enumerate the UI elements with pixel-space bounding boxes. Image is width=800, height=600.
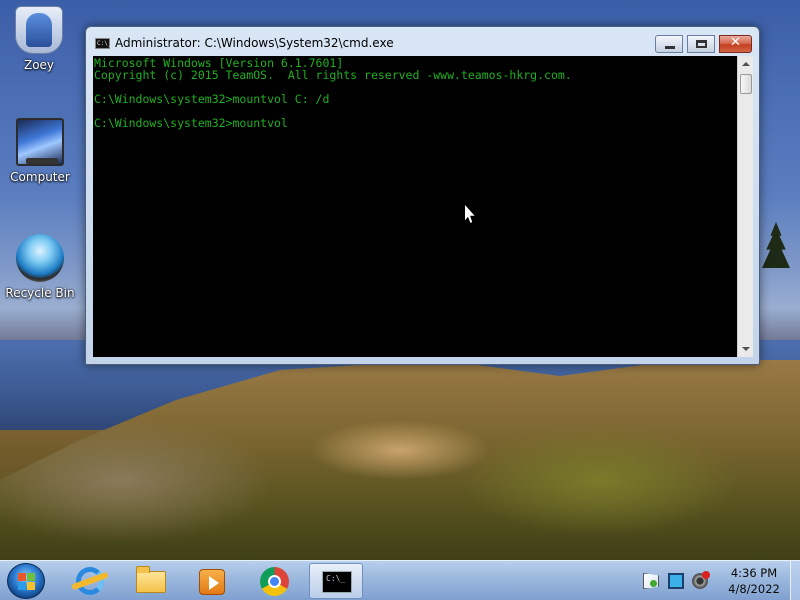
vertical-scrollbar[interactable] [737, 56, 753, 357]
taskbar-item-internet-explorer[interactable] [62, 563, 116, 599]
taskbar: C:\_ 4:36 PM 4/8/2022 [0, 560, 800, 600]
maximize-button[interactable] [687, 35, 715, 53]
internet-explorer-icon [76, 567, 104, 595]
desktop-icon-label: Zoey [23, 58, 55, 72]
close-button[interactable]: ✕ [719, 35, 752, 53]
show-desktop-button[interactable] [790, 561, 800, 600]
desktop: Zoey Computer Recycle Bin C:\_ Administr… [0, 0, 800, 560]
console-line: C:\Windows\system32>mountvol [94, 116, 288, 130]
window-titlebar[interactable]: C:\_ Administrator: C:\Windows\System32\… [86, 27, 759, 57]
recycle-bin-icon [16, 234, 64, 282]
scroll-thumb[interactable] [740, 74, 752, 94]
cmd-window[interactable]: C:\_ Administrator: C:\Windows\System32\… [85, 26, 760, 365]
console-output[interactable]: Microsoft Windows [Version 6.1.7601] Cop… [93, 56, 737, 357]
console-line: Copyright (c) 2015 TeamOS. All rights re… [94, 68, 572, 82]
chrome-icon [260, 567, 289, 596]
clock-date: 4/8/2022 [728, 582, 780, 596]
maximize-icon [696, 40, 707, 48]
taskbar-item-windows-explorer[interactable] [124, 563, 178, 599]
action-center-icon[interactable] [643, 573, 659, 589]
volume-icon[interactable] [692, 571, 710, 589]
taskbar-item-media-player[interactable] [185, 563, 239, 599]
media-player-icon [199, 569, 225, 595]
cmd-icon: C:\_ [322, 571, 352, 593]
scroll-up-icon[interactable] [742, 62, 750, 66]
user-folder-icon [15, 6, 63, 54]
console-line: C:\Windows\system32>mountvol C: /d [94, 92, 330, 106]
windows-logo-icon [18, 573, 36, 591]
desktop-icon-recycle-bin[interactable]: Recycle Bin [2, 234, 78, 300]
clock-time: 4:36 PM [730, 566, 778, 580]
taskbar-item-google-chrome[interactable] [247, 563, 301, 599]
computer-icon [16, 118, 64, 166]
close-icon: ✕ [730, 35, 741, 50]
notification-area: 4:36 PM 4/8/2022 [640, 561, 800, 600]
desktop-icon-label: Recycle Bin [5, 286, 75, 300]
minimize-icon [665, 46, 675, 49]
cmd-icon[interactable]: C:\_ [95, 38, 111, 49]
desktop-icon-computer[interactable]: Computer [2, 118, 78, 184]
desktop-icon-zoey[interactable]: Zoey [1, 6, 77, 72]
network-icon[interactable] [668, 573, 684, 589]
start-button[interactable] [7, 563, 45, 599]
desktop-icon-label: Computer [10, 170, 70, 184]
taskbar-clock[interactable]: 4:36 PM 4/8/2022 [720, 565, 788, 597]
taskbar-item-command-prompt[interactable]: C:\_ [309, 563, 363, 599]
minimize-button[interactable] [655, 35, 683, 53]
folder-icon [136, 566, 166, 593]
wallpaper-tree [762, 222, 790, 268]
scroll-down-icon[interactable] [742, 347, 750, 351]
window-title: Administrator: C:\Windows\System32\cmd.e… [115, 36, 394, 50]
